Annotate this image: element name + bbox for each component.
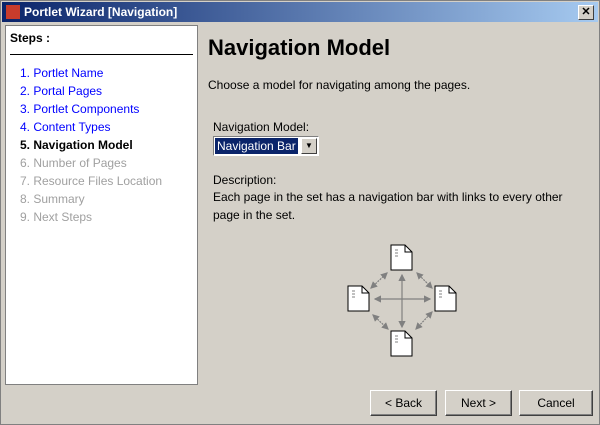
steps-heading: Steps : [10, 31, 51, 45]
step-item: 7. Resource Files Location [20, 174, 163, 188]
steps-list: 1. Portlet Name 2. Portal Pages 3. Portlet… [20, 66, 162, 228]
step-item: 5. Navigation Model [20, 138, 133, 152]
step-item: 8. Summary [20, 192, 85, 206]
description-line-2: page in the set. [213, 208, 296, 222]
step-item[interactable]: 3. Portlet Components [20, 102, 162, 120]
page-icon-bottom [390, 330, 413, 357]
page-icon-top [390, 244, 413, 271]
page-icon-left [347, 285, 370, 312]
close-button[interactable]: ✕ [578, 5, 594, 20]
wizard-window: Portlet Wizard [Navigation] ✕ Steps : 1.… [0, 0, 600, 425]
step-item: 6. Number of Pages [20, 156, 127, 170]
step-item[interactable]: 1. Portlet Name [20, 66, 162, 84]
cancel-button[interactable]: Cancel [519, 390, 593, 416]
description-label: Description: [213, 173, 277, 187]
app-icon [6, 5, 20, 19]
title-bar: Portlet Wizard [Navigation] ✕ [2, 2, 598, 22]
navigation-bar-diagram [347, 244, 457, 357]
steps-panel: Steps : 1. Portlet Name 2. Portal Pages 3.… [5, 25, 198, 385]
page-title: Navigation Model [208, 35, 391, 60]
navigation-model-select[interactable]: Navigation Bar ▼ [213, 136, 319, 156]
next-button[interactable]: Next > [445, 390, 512, 416]
navigation-model-label: Navigation Model: [213, 120, 310, 134]
step-item[interactable]: 4. Content Types [20, 120, 162, 138]
page-icon-right [434, 285, 457, 312]
description-line-1: Each page in the set has a navigation ba… [213, 190, 563, 204]
selected-value: Navigation Bar [215, 138, 298, 154]
intro-text: Choose a model for navigating among the … [208, 78, 471, 92]
back-button[interactable]: < Back [370, 390, 437, 416]
divider [10, 54, 193, 55]
step-item: 9. Next Steps [20, 210, 93, 224]
window-title: Portlet Wizard [Navigation] [24, 5, 178, 19]
step-item[interactable]: 2. Portal Pages [20, 84, 162, 102]
chevron-down-icon[interactable]: ▼ [301, 138, 317, 154]
